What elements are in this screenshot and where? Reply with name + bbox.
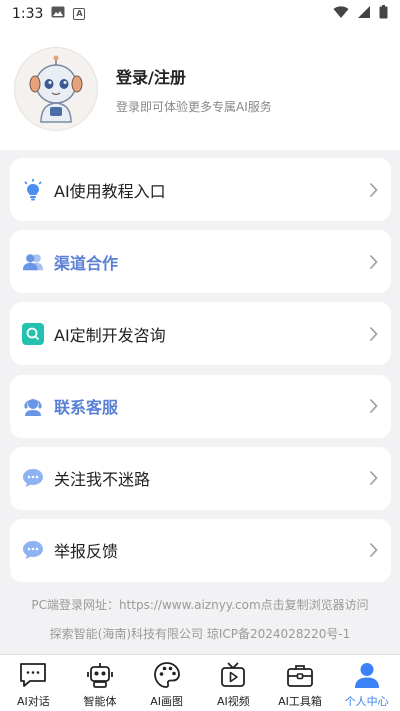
app-notification-icon: A — [73, 8, 86, 20]
chevron-right-icon — [367, 325, 379, 343]
status-bar: 1:33 A — [0, 0, 400, 28]
tab-label: AI工具箱 — [278, 695, 322, 708]
chat-icon — [18, 660, 48, 690]
menu-item-label: 渠道合作 — [54, 253, 119, 273]
tab-ai-toolbox[interactable]: AI工具箱 — [267, 655, 334, 711]
menu-item-label: 举报反馈 — [54, 542, 119, 562]
tab-label: AI画图 — [150, 695, 184, 708]
menu-item-label: 关注我不迷路 — [54, 470, 151, 490]
menu-item-follow-us[interactable]: 关注我不迷路 — [10, 446, 391, 510]
battery-icon — [379, 5, 388, 23]
search-square-icon — [22, 322, 44, 345]
signal-icon — [357, 5, 371, 23]
chevron-right-icon — [367, 541, 379, 559]
menu-item-ai-tutorial[interactable]: AI使用教程入口 — [10, 158, 391, 221]
menu-item-label: AI定制开发咨询 — [54, 325, 166, 345]
tab-agent[interactable]: 智能体 — [67, 655, 134, 711]
palette-icon — [152, 660, 182, 690]
menu-item-channel-partnership[interactable]: 渠道合作 — [10, 230, 391, 294]
status-time: 1:33 — [12, 6, 44, 22]
image-notification-icon — [51, 6, 65, 22]
users-icon — [22, 251, 44, 273]
chat-bubble-icon — [22, 467, 44, 489]
tab-personal-center[interactable]: 个人中心 — [333, 655, 400, 711]
tab-label: 个人中心 — [344, 695, 389, 708]
tab-label: AI对话 — [16, 695, 50, 708]
headset-icon — [22, 395, 44, 417]
menu-item-report-feedback[interactable]: 举报反馈 — [10, 518, 391, 582]
profile-header[interactable]: 登录/注册 登录即可体验更多专属AI服务 — [0, 28, 400, 150]
menu-item-label: 联系客服 — [54, 398, 119, 418]
video-icon — [218, 660, 248, 690]
login-subtitle: 登录即可体验更多专属AI服务 — [116, 99, 272, 114]
menu-item-label: AI使用教程入口 — [54, 181, 166, 201]
toolbox-icon — [285, 660, 315, 690]
tab-ai-chat[interactable]: AI对话 — [0, 655, 67, 711]
tab-ai-drawing[interactable]: AI画图 — [133, 655, 200, 711]
robot-avatar-icon — [29, 55, 83, 123]
login-register-title[interactable]: 登录/注册 — [116, 64, 272, 88]
chevron-right-icon — [367, 181, 379, 199]
person-icon — [352, 660, 382, 690]
lightbulb-icon — [22, 178, 44, 201]
tab-ai-video[interactable]: AI视频 — [200, 655, 267, 711]
pc-login-url[interactable]: PC端登录网址：https://www.aiznyy.com点击复制浏览器访问 — [0, 596, 400, 613]
chevron-right-icon — [367, 469, 379, 487]
bottom-tab-bar: AI对话 智能体 AI画图 AI视频 AI工具箱 个人中心 — [0, 654, 400, 711]
chat-bubble-icon — [22, 539, 44, 561]
tab-label: AI视频 — [216, 695, 250, 708]
wifi-icon — [333, 5, 349, 23]
footer: PC端登录网址：https://www.aiznyy.com点击复制浏览器访问 … — [0, 596, 400, 642]
menu-item-customer-service[interactable]: 联系客服 — [10, 374, 391, 438]
avatar[interactable] — [14, 47, 98, 131]
menu-item-custom-development[interactable]: AI定制开发咨询 — [10, 302, 391, 366]
company-icp: 探索智能(海南)科技有限公司 琼ICP备2024028220号-1 — [49, 627, 351, 641]
chevron-right-icon — [367, 253, 379, 271]
tab-label: 智能体 — [83, 695, 117, 708]
chevron-right-icon — [367, 397, 379, 415]
menu-list: AI使用教程入口 渠道合作 AI定制开发咨询 联系客服 关注我不迷路 举报反馈 — [10, 158, 391, 591]
robot-icon — [85, 660, 115, 690]
